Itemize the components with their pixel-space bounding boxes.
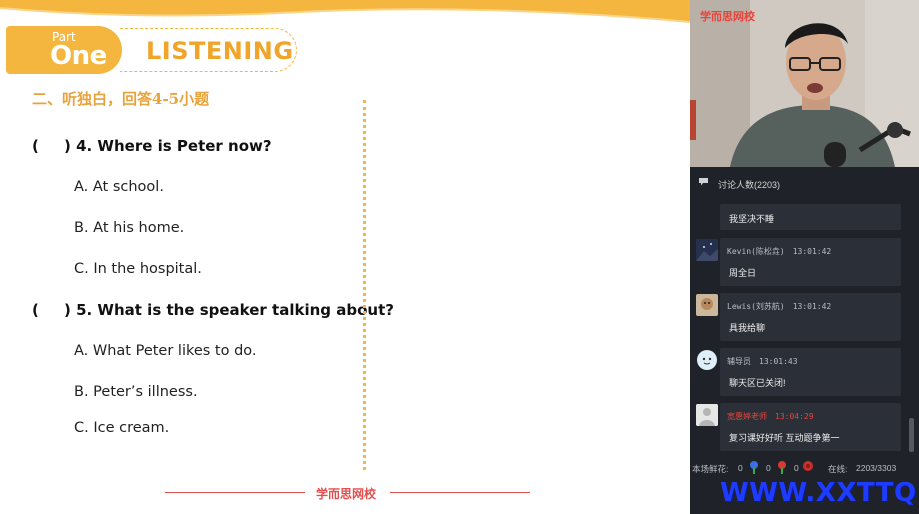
chat-message: Kevin(陈松垚) 13:01:42 周全日 [720,238,901,286]
answer-paren: ( [32,301,39,319]
part-badge: Part One [6,26,122,74]
option-a: A. What Peter likes to do. [74,343,257,359]
chat-timestamp: 13:01:43 [759,357,798,366]
red-flower-icon[interactable] [775,460,789,474]
chat-username[interactable]: 辅导员 [727,357,751,366]
teacher-video-frame [690,0,919,167]
option-c: C. In the hospital. [74,261,202,277]
footer-rule-right [390,492,530,493]
rose-icon[interactable] [801,460,815,474]
section-title-frame: LISTENING [120,28,297,72]
chat-message: 宽惠婷老师 13:04:29 复习课好好听 互动题争第一 [720,403,901,451]
question-4: ( ) 4. Where is Peter now? [32,137,272,155]
blue-flower-icon[interactable] [747,460,761,474]
flower-count: 0 [738,463,743,473]
chat-scrollbar[interactable] [909,418,914,452]
teacher-video[interactable]: 学而思网校 [690,0,919,167]
flower-count: 0 [794,463,799,473]
column-divider [363,100,366,470]
video-brand: 学而思网校 [700,11,755,23]
question-stem: ) 5. What is the speaker talking about? [64,301,394,319]
chat-username[interactable]: Lewis(刘苏航) [727,302,785,311]
question-stem: ) 4. Where is Peter now? [64,137,272,155]
site-watermark: WWW.XXTTQ.COM [720,478,919,508]
chat-message-text: 聊天区已关闭! [729,378,786,388]
avatar[interactable] [696,349,718,371]
option-c: C. Ice cream. [74,420,170,436]
chat-message-text: 复习课好好听 互动题争第一 [729,433,840,443]
chat-message: Lewis(刘苏航) 13:01:42 具我给聊 [720,293,901,341]
chat-message-meta: 辅导员 13:01:43 [727,356,798,367]
chat-message-meta: 宽惠婷老师 13:04:29 [727,411,814,422]
chat-timestamp: 13:01:42 [792,302,832,311]
flowers-label: 本场鲜花: [692,464,729,474]
stats-bar: 本场鲜花: 0 0 0 在线: 2203/3303 [690,458,919,478]
option-b: B. At his home. [74,220,185,236]
chat-header: 讨论人数(2203) [690,170,919,196]
part-number: One [50,41,107,71]
online-count: 2203/3303 [856,463,897,473]
chat-message: 辅导员 13:01:43 聊天区已关闭! [720,348,901,396]
question-5: ( ) 5. What is the speaker talking about? [32,301,394,319]
live-side-panel: 学而思网校 讨论人数(2203) 我坚决不睡 Kevin(陈松垚) 13:01:… [690,0,919,514]
footer-brand: 学而思网校 [316,487,377,501]
chat-timestamp: 13:01:42 [792,247,832,256]
avatar[interactable] [696,404,718,426]
footer-rule-left [165,492,305,493]
chat-message-text: 我坚决不睡 [729,214,775,224]
chat-message: 我坚决不睡 [720,204,901,230]
chat-message-text: 具我给聊 [729,323,766,333]
flower-count: 0 [766,463,771,473]
chat-title: 讨论人数(2203) [718,180,781,190]
option-b: B. Peter’s illness. [74,384,198,400]
avatar[interactable] [696,294,718,316]
chat-username[interactable]: Kevin(陈松垚) [727,247,785,256]
chat-username[interactable]: 宽惠婷老师 [727,412,767,421]
option-a: A. At school. [74,179,164,195]
chat-message-meta: Kevin(陈松垚) 13:01:42 [727,246,831,257]
top-wave-decoration [0,0,690,23]
online-label: 在线: [828,464,848,474]
chat-bubble-icon [699,178,708,186]
instruction-text: 二、听独白，回答4-5小题 [32,90,210,108]
answer-paren: ( [32,137,39,155]
chat-message-meta: Lewis(刘苏航) 13:01:42 [727,301,831,312]
chat-message-text: 周全日 [729,268,757,278]
avatar[interactable] [696,239,718,261]
chat-timestamp: 13:04:29 [775,412,814,421]
lesson-slide: LISTENING Part One 二、听独白，回答4-5小题 ( ) 4. W… [0,0,690,514]
section-title: LISTENING [146,37,294,65]
